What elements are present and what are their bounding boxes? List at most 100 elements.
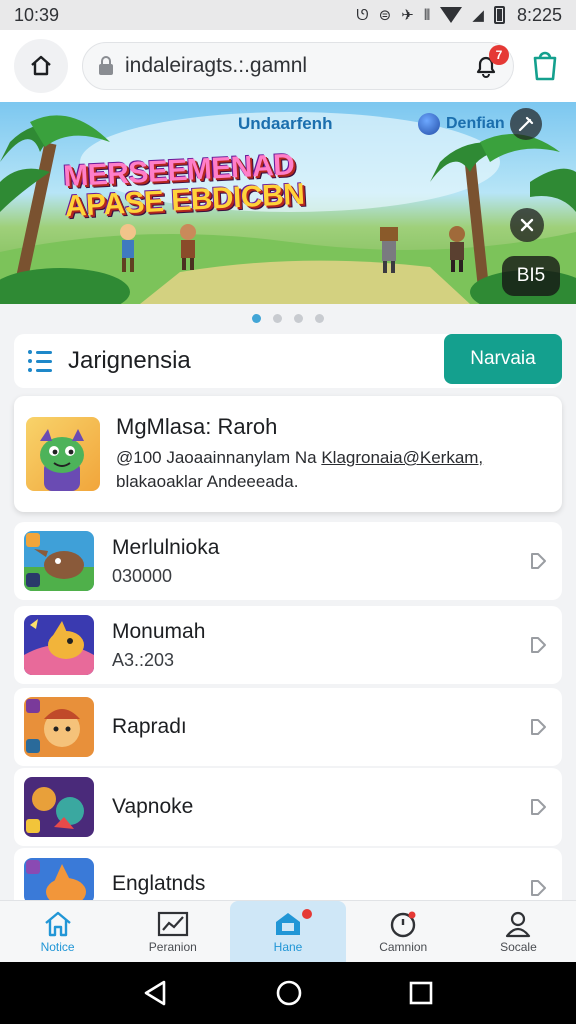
system-nav-bar xyxy=(0,962,576,1024)
sync-icon: ⊜ xyxy=(378,7,392,24)
carousel-dot[interactable] xyxy=(252,314,261,323)
list-thumbnail xyxy=(24,531,94,591)
game-thumb-icon xyxy=(24,697,94,757)
list-item[interactable]: Monumah A3.:203 xyxy=(14,606,562,684)
status-right: ᘎ ⊜ ✈ ⦀ ◢ 8:225 xyxy=(356,5,562,26)
list-thumbnail xyxy=(24,615,94,675)
banner-header-text: Undaarfenh xyxy=(238,114,333,133)
profile-icon xyxy=(506,911,531,937)
url-bar[interactable]: indaleiragts.:.gamnl 7 xyxy=(82,42,514,90)
nav-label: Notice xyxy=(40,939,75,954)
recents-icon[interactable] xyxy=(408,980,434,1006)
notification-button[interactable]: 7 xyxy=(471,45,509,81)
top-bar: indaleiragts.:.gamnl 7 xyxy=(0,30,576,102)
list-text: Vapnoke xyxy=(112,795,508,819)
banner-title: MERSEEMENAD APASE EBDICBN xyxy=(62,148,305,223)
list-item[interactable]: Merlulnioka 030000 xyxy=(14,522,562,600)
arrow-button[interactable] xyxy=(526,715,550,739)
featured-description: @100 Jaoaainnanylam Na Klagronaia@Kerkam… xyxy=(116,446,550,494)
arrow-button[interactable] xyxy=(526,876,550,900)
nav-label: Hane xyxy=(273,939,303,954)
promo-banner[interactable]: Undaarfenh Denfian MERSEEMENAD APASE EBD… xyxy=(0,102,576,304)
featured-card[interactable]: MgMlasa: Raroh @100 Jaoaainnanylam Na Kl… xyxy=(14,396,562,512)
store-icon xyxy=(276,912,300,935)
section-header: Jarignensia Narvaia xyxy=(14,334,562,388)
featured-thumbnail xyxy=(26,417,100,491)
status-clock: 8:225 xyxy=(516,4,562,25)
featured-desc-prefix: @100 Jaoaainnanylam Na xyxy=(116,448,322,467)
wifi-icon xyxy=(440,7,463,23)
arrow-right-icon xyxy=(531,880,546,896)
carousel-dot[interactable] xyxy=(294,314,303,323)
coin-icon xyxy=(418,113,440,135)
list-item-name: Englatnds xyxy=(112,872,206,895)
status-bar: 10:39 ᘎ ⊜ ✈ ⦀ ◢ 8:225 xyxy=(0,0,576,30)
arrow-right-icon xyxy=(531,799,546,815)
close-icon xyxy=(520,218,534,232)
nav-hane[interactable]: Hane xyxy=(230,901,346,962)
bag-icon xyxy=(533,51,557,81)
list-thumbnail xyxy=(24,858,94,904)
featured-desc-link[interactable]: Klagronaia@Kerkam, xyxy=(321,448,483,467)
game-thumb-icon xyxy=(24,531,94,591)
list-icon[interactable] xyxy=(28,350,54,372)
pencil-icon xyxy=(518,116,534,132)
vibrate-icon: ⦀ xyxy=(423,6,431,24)
list-item-name: Merlulnioka xyxy=(112,535,220,559)
list-item-sub: 030000 xyxy=(112,565,173,586)
list-item-sub: A3.:203 xyxy=(112,649,175,670)
banner-menu-button[interactable] xyxy=(510,108,542,140)
url-text[interactable]: indaleiragts.:.gamnl xyxy=(125,54,461,78)
nav-label: Peranion xyxy=(148,939,197,954)
chart-icon xyxy=(157,911,188,936)
home-button[interactable] xyxy=(14,39,68,93)
nav-peranion[interactable]: Peranion xyxy=(115,901,230,962)
list-item-name: Rapradı xyxy=(112,715,187,738)
arrow-right-icon xyxy=(531,553,546,569)
list-text: Monumah A3.:203 xyxy=(112,620,508,671)
alarm-icon: ᘎ xyxy=(356,6,369,24)
featured-body: MgMlasa: Raroh @100 Jaoaainnanylam Na Kl… xyxy=(116,414,550,494)
airplane-icon: ✈ xyxy=(401,7,414,24)
game-thumb-icon xyxy=(24,615,94,675)
nav-notice[interactable]: Notice xyxy=(0,901,115,962)
carousel-dot[interactable] xyxy=(273,314,282,323)
game-thumb-icon xyxy=(24,858,94,904)
list-text: Merlulnioka 030000 xyxy=(112,536,508,587)
notification-badge: 7 xyxy=(489,45,509,65)
back-icon[interactable] xyxy=(142,979,170,1007)
list-item[interactable]: Englatnds xyxy=(14,848,562,904)
bag-button[interactable] xyxy=(528,46,562,86)
home-circle-icon[interactable] xyxy=(275,979,303,1007)
game-thumb-icon xyxy=(24,777,94,837)
bottom-nav: Notice Peranion Hane Camnion Socale xyxy=(0,900,576,962)
lock-icon xyxy=(99,56,113,75)
list-thumbnail xyxy=(24,697,94,757)
featured-desc-line2: blakaoaklar Andeeeada. xyxy=(116,472,299,491)
list-item-name: Monumah xyxy=(112,619,206,643)
list-text: Rapradı xyxy=(112,715,508,739)
status-icons: ᘎ ⊜ ✈ ⦀ ◢ xyxy=(356,6,505,24)
list-text: Englatnds xyxy=(112,858,508,896)
list-thumbnail xyxy=(24,777,94,837)
nav-camnion[interactable]: Camnion xyxy=(346,901,461,962)
banner-pill[interactable]: Denfian xyxy=(414,110,515,138)
carousel-dot[interactable] xyxy=(315,314,324,323)
nav-notification-dot xyxy=(301,909,312,919)
carousel-dots xyxy=(0,314,576,323)
arrow-button[interactable] xyxy=(526,795,550,819)
list-item[interactable]: Vapnoke xyxy=(14,768,562,846)
list-item-name: Vapnoke xyxy=(112,795,194,818)
list-item[interactable]: Rapradı xyxy=(14,688,562,766)
arrow-button[interactable] xyxy=(526,549,550,573)
arrow-right-icon xyxy=(531,637,546,653)
dragon-icon xyxy=(40,429,84,491)
signal-icon: ◢ xyxy=(472,7,484,24)
nav-socale[interactable]: Socale xyxy=(461,901,576,962)
status-time: 10:39 xyxy=(14,4,60,25)
banner-pill-label: Denfian xyxy=(446,115,505,132)
home-icon xyxy=(31,55,51,76)
banner-close-button[interactable] xyxy=(510,208,544,242)
arrow-button[interactable] xyxy=(526,633,550,657)
section-action-button[interactable]: Narvaia xyxy=(444,334,562,384)
